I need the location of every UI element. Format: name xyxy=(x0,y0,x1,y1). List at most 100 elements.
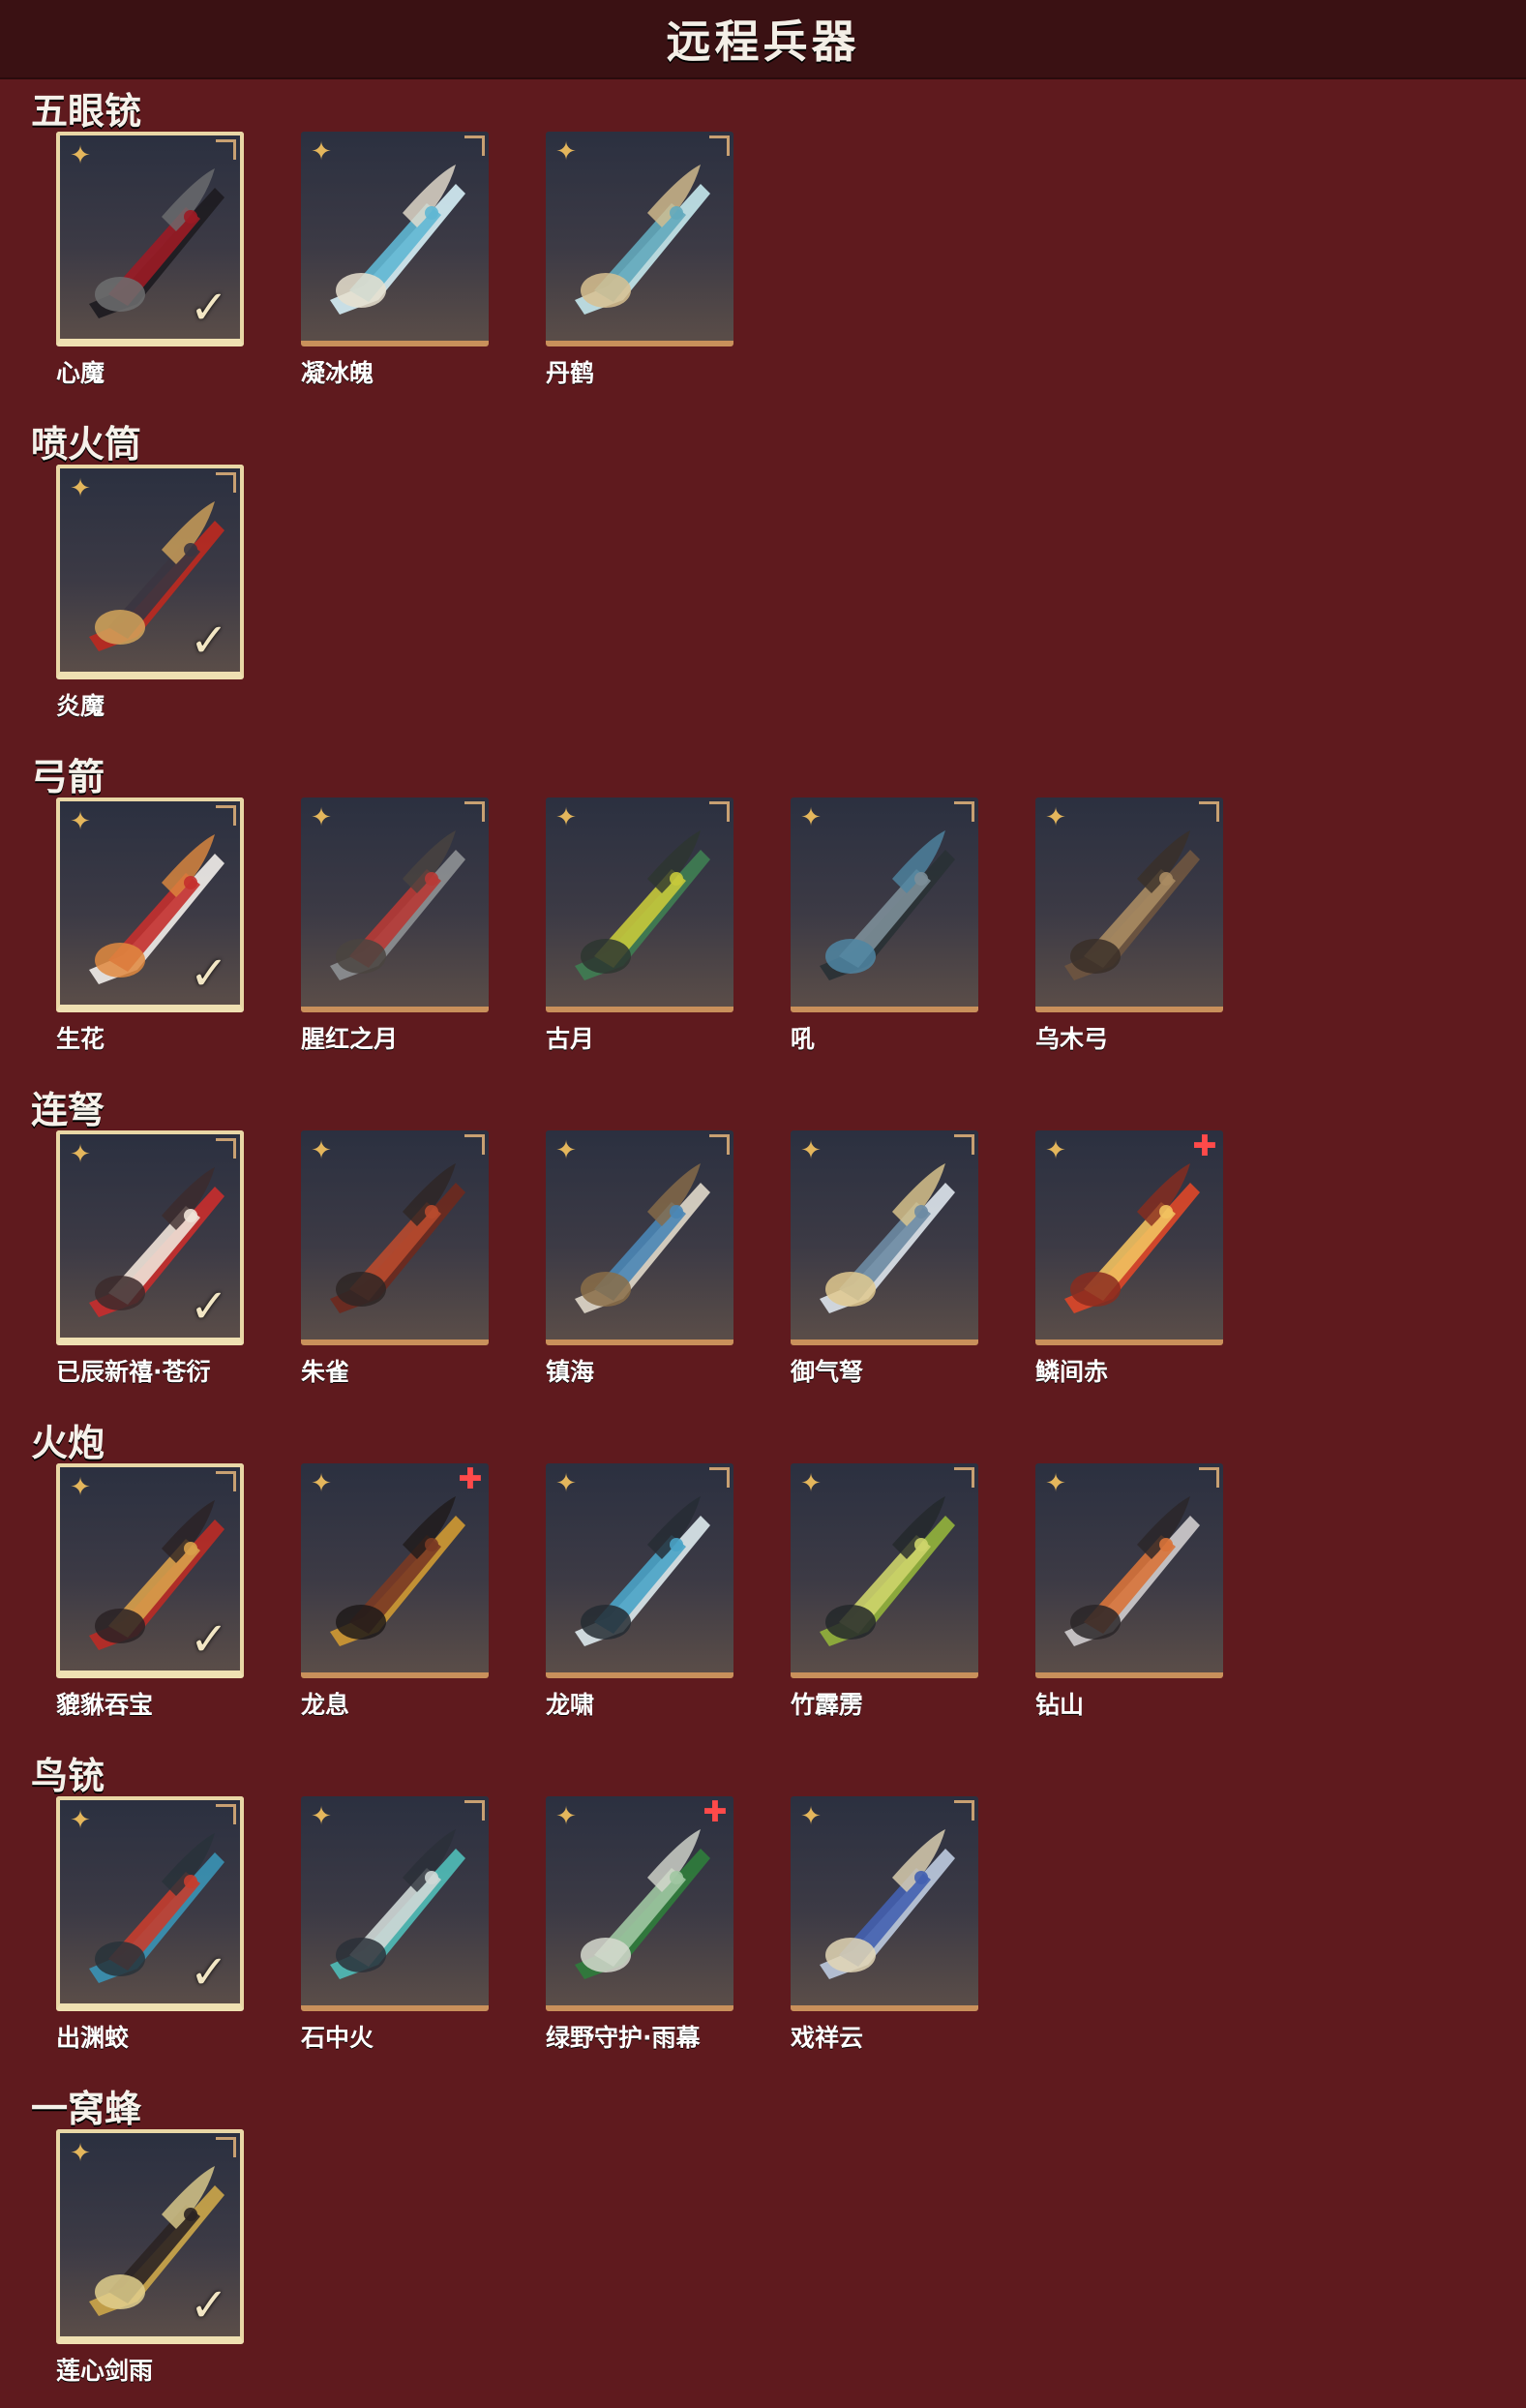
weapon-image xyxy=(575,1163,710,1313)
weapon-image xyxy=(330,1829,465,1979)
weapon-item[interactable]: ✦ ✚ 绿野守护·雨幕 xyxy=(546,1796,733,2054)
weapon-card[interactable]: ✦ ✓ xyxy=(56,1463,244,1678)
owned-checkmark-icon: ✓ xyxy=(189,1279,229,1334)
weapon-name: 已辰新禧·苍衍 xyxy=(56,1358,211,1386)
weapon-image xyxy=(820,1829,955,1979)
weapon-item[interactable]: ✦ 镇海 xyxy=(546,1130,733,1388)
weapon-card[interactable]: ✦ xyxy=(301,798,489,1012)
weapon-card[interactable]: ✦ ✓ xyxy=(56,1796,244,2011)
weapon-item[interactable]: ✦ ✓ 出渊蛟 xyxy=(56,1796,244,2054)
weapon-card[interactable]: ✦ ✚ xyxy=(301,1463,489,1678)
weapon-item[interactable]: ✦ 钻山 xyxy=(1035,1463,1223,1721)
weapon-item[interactable]: ✦ ✓ 貔貅吞宝 xyxy=(56,1463,244,1721)
weapon-item[interactable]: ✦ ✓ 莲心剑雨 xyxy=(56,2129,244,2387)
weapon-image xyxy=(330,165,465,315)
weapon-image xyxy=(820,1163,955,1313)
weapon-image xyxy=(1064,1496,1200,1646)
top-bar: 远程兵器 xyxy=(0,0,1526,79)
weapon-item[interactable]: ✦ 朱雀 xyxy=(301,1130,489,1388)
weapon-image xyxy=(1064,830,1200,980)
weapon-name: 凝冰魄 xyxy=(301,359,374,387)
owned-checkmark-icon: ✓ xyxy=(189,614,229,668)
weapon-item[interactable]: ✦ 戏祥云 xyxy=(791,1796,978,2054)
weapon-item[interactable]: ✦ 石中火 xyxy=(301,1796,489,2054)
weapon-card[interactable]: ✦ xyxy=(546,1463,733,1678)
weapon-item[interactable]: ✦ 竹霹雳 xyxy=(791,1463,978,1721)
weapon-name: 石中火 xyxy=(301,2024,374,2052)
weapon-card[interactable]: ✦ xyxy=(301,1796,489,2011)
weapon-item[interactable]: ✦ 御气弩 xyxy=(791,1130,978,1388)
weapon-name: 丹鹤 xyxy=(546,359,595,387)
category-title: 弓箭 xyxy=(31,756,105,798)
weapon-name: 竹霹雳 xyxy=(791,1691,864,1719)
owned-checkmark-icon: ✓ xyxy=(189,1612,229,1667)
weapon-card[interactable]: ✦ xyxy=(546,132,733,346)
weapon-name: 绿野守护·雨幕 xyxy=(546,2024,701,2052)
owned-checkmark-icon: ✓ xyxy=(189,281,229,335)
weapon-image xyxy=(575,1829,710,1979)
weapon-image xyxy=(330,1163,465,1313)
category-title: 连弩 xyxy=(31,1089,105,1131)
weapon-name: 戏祥云 xyxy=(791,2024,864,2052)
weapon-image xyxy=(1064,1163,1200,1313)
weapon-name: 心魔 xyxy=(56,359,105,387)
owned-checkmark-icon: ✓ xyxy=(189,1945,229,2000)
weapon-item[interactable]: ✦ 吼 xyxy=(791,798,978,1055)
weapon-card[interactable]: ✦ xyxy=(791,1130,978,1345)
weapon-name: 莲心剑雨 xyxy=(56,2357,154,2385)
weapon-name: 出渊蛟 xyxy=(56,2024,130,2052)
weapon-item[interactable]: ✦ 龙啸 xyxy=(546,1463,733,1721)
weapon-card[interactable]: ✦ ✓ xyxy=(56,798,244,1012)
weapon-card[interactable]: ✦ ✓ xyxy=(56,2129,244,2344)
weapon-item[interactable]: ✦ 丹鹤 xyxy=(546,132,733,389)
weapon-card[interactable]: ✦ ✚ xyxy=(1035,1130,1223,1345)
weapon-name: 御气弩 xyxy=(791,1358,864,1386)
weapon-name: 生花 xyxy=(56,1025,105,1053)
weapon-card[interactable]: ✦ xyxy=(1035,798,1223,1012)
weapon-card[interactable]: ✦ xyxy=(791,1796,978,2011)
weapon-card[interactable]: ✦ xyxy=(546,1130,733,1345)
weapon-card[interactable]: ✦ ✓ xyxy=(56,1130,244,1345)
weapon-item[interactable]: ✦ 凝冰魄 xyxy=(301,132,489,389)
weapon-item[interactable]: ✦ 古月 xyxy=(546,798,733,1055)
weapon-image xyxy=(575,165,710,315)
weapon-name: 鳞间赤 xyxy=(1035,1358,1109,1386)
weapon-item[interactable]: ✦ 乌木弓 xyxy=(1035,798,1223,1055)
weapon-image xyxy=(820,830,955,980)
weapon-card[interactable]: ✦ ✓ xyxy=(56,132,244,346)
weapon-item[interactable]: ✦ ✓ 生花 xyxy=(56,798,244,1055)
weapon-card[interactable]: ✦ ✓ xyxy=(56,465,244,679)
owned-checkmark-icon: ✓ xyxy=(189,947,229,1001)
weapon-card[interactable]: ✦ xyxy=(301,1130,489,1345)
weapon-name: 腥红之月 xyxy=(301,1025,399,1053)
weapon-item[interactable]: ✦ 腥红之月 xyxy=(301,798,489,1055)
weapon-name: 镇海 xyxy=(546,1358,595,1386)
category-title: 一窝蜂 xyxy=(31,2088,142,2130)
weapon-card[interactable]: ✦ xyxy=(791,798,978,1012)
weapon-item[interactable]: ✦ ✓ 心魔 xyxy=(56,132,244,389)
weapon-name: 乌木弓 xyxy=(1035,1025,1109,1053)
weapon-item[interactable]: ✦ ✓ 已辰新禧·苍衍 xyxy=(56,1130,244,1388)
weapon-card[interactable]: ✦ xyxy=(546,798,733,1012)
weapon-image xyxy=(330,830,465,980)
weapon-name: 古月 xyxy=(546,1025,595,1053)
weapon-item[interactable]: ✦ ✚ 鳞间赤 xyxy=(1035,1130,1223,1388)
weapon-name: 龙息 xyxy=(301,1691,350,1719)
owned-checkmark-icon: ✓ xyxy=(189,2278,229,2333)
weapon-item[interactable]: ✦ ✓ 炎魔 xyxy=(56,465,244,722)
weapon-image xyxy=(575,1496,710,1646)
weapon-card[interactable]: ✦ ✚ xyxy=(546,1796,733,2011)
weapon-card[interactable]: ✦ xyxy=(1035,1463,1223,1678)
weapon-item[interactable]: ✦ ✚ 龙息 xyxy=(301,1463,489,1721)
weapon-image xyxy=(330,1496,465,1646)
category-title: 鸟铳 xyxy=(31,1755,105,1797)
weapon-image xyxy=(820,1496,955,1646)
weapon-name: 炎魔 xyxy=(56,692,105,720)
category-title: 喷火筒 xyxy=(31,423,142,466)
weapon-card[interactable]: ✦ xyxy=(791,1463,978,1678)
weapon-card[interactable]: ✦ xyxy=(301,132,489,346)
weapon-name: 貔貅吞宝 xyxy=(56,1691,154,1719)
weapon-image xyxy=(575,830,710,980)
page-title: 远程兵器 xyxy=(666,15,860,68)
weapon-name: 吼 xyxy=(791,1025,816,1053)
